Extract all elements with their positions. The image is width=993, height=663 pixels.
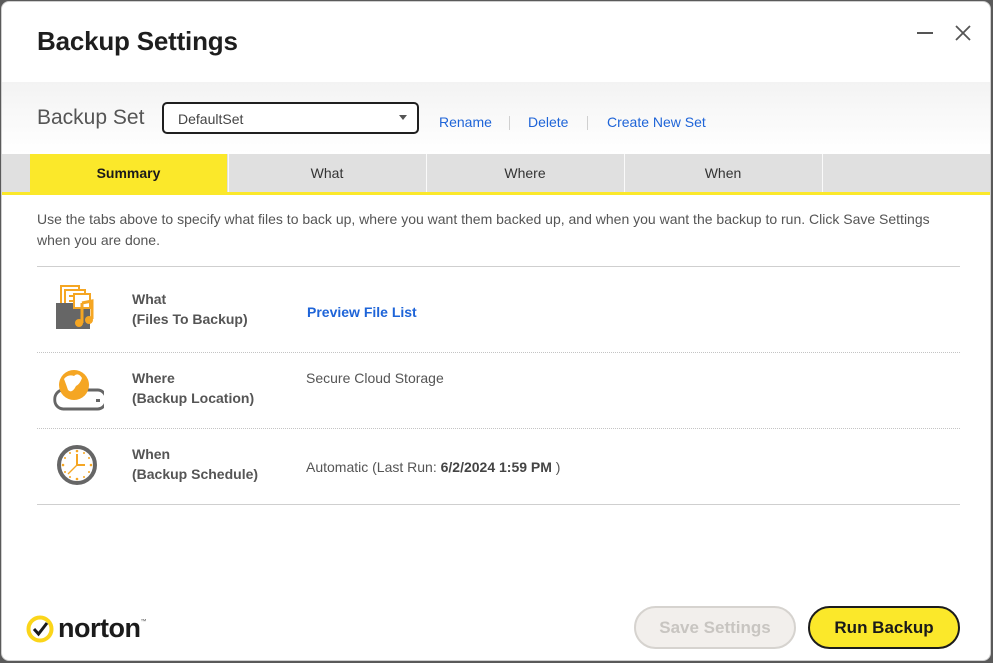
link-divider xyxy=(587,116,588,130)
clock-icon xyxy=(57,445,97,485)
backup-set-dropdown[interactable]: DefaultSet xyxy=(162,102,419,134)
divider xyxy=(37,504,960,505)
last-run-time: 6/2/2024 1:59 PM xyxy=(440,459,552,475)
tab-filler xyxy=(822,154,990,192)
tab-what[interactable]: What xyxy=(228,154,425,192)
close-icon xyxy=(955,25,971,41)
minimize-button[interactable] xyxy=(912,20,938,46)
backup-set-selected: DefaultSet xyxy=(178,111,244,127)
norton-check-icon xyxy=(26,615,54,642)
backup-set-bar xyxy=(2,82,990,154)
rename-link[interactable]: Rename xyxy=(439,114,492,130)
backup-settings-window: Backup Settings Backup Set DefaultSet Re… xyxy=(1,1,991,661)
trademark: ™ xyxy=(140,619,147,625)
tab-summary[interactable]: Summary xyxy=(30,154,227,192)
cloud-drive-icon xyxy=(53,370,104,411)
norton-logo: norton ™ xyxy=(26,613,146,644)
close-button[interactable] xyxy=(950,20,976,46)
link-divider xyxy=(509,116,510,130)
divider xyxy=(37,352,960,353)
brand-name: norton xyxy=(58,613,141,643)
divider xyxy=(37,266,960,267)
tab-when[interactable]: When xyxy=(624,154,821,192)
minimize-icon xyxy=(917,32,933,34)
backup-location-value: Secure Cloud Storage xyxy=(306,370,444,386)
what-label: What (Files To Backup) xyxy=(132,291,248,327)
tab-where[interactable]: Where xyxy=(426,154,623,192)
backup-set-label: Backup Set xyxy=(37,106,145,129)
save-settings-button[interactable]: Save Settings xyxy=(634,606,796,649)
when-label: When (Backup Schedule) xyxy=(132,446,259,482)
chevron-down-icon xyxy=(399,115,407,120)
backup-schedule-value: Automatic (Last Run: 6/2/2024 1:59 PM ) xyxy=(306,459,561,475)
files-folder-icon xyxy=(56,285,94,329)
preview-file-list-link[interactable]: Preview File List xyxy=(307,304,417,320)
intro-text: Use the tabs above to specify what files… xyxy=(37,211,930,248)
window-title: Backup Settings xyxy=(37,26,238,56)
where-label: Where (Backup Location) xyxy=(132,370,255,406)
delete-link[interactable]: Delete xyxy=(528,114,568,130)
divider xyxy=(37,428,960,429)
tab-bar: Summary What Where When xyxy=(2,154,990,195)
run-backup-button[interactable]: Run Backup xyxy=(808,606,960,649)
create-new-set-link[interactable]: Create New Set xyxy=(607,114,706,130)
